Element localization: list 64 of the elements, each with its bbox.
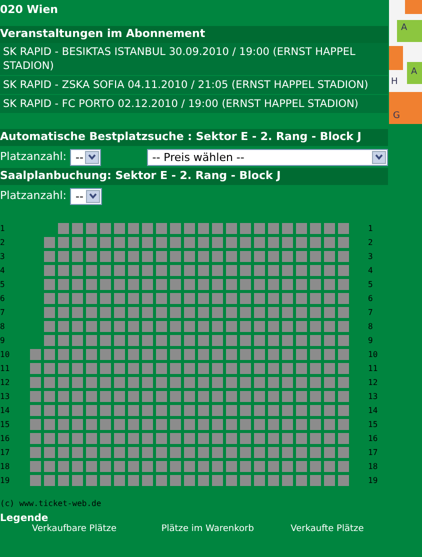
- seat-count-select[interactable]: --: [70, 188, 102, 204]
- row-number: 16: [368, 434, 378, 442]
- row-number: 18: [368, 462, 378, 470]
- row-number: 7: [0, 308, 6, 316]
- map-sector: [405, 0, 422, 14]
- address-text: 020 Wien: [0, 2, 59, 18]
- row-number: 15: [0, 420, 11, 428]
- copyright-text: (c) www.ticket-web.de: [0, 500, 102, 508]
- row-number: 18: [0, 462, 11, 470]
- seat-count-select[interactable]: --: [70, 148, 102, 166]
- section-header: Automatische Bestplatzsuche : Sektor E - 2. Rang - Block J: [0, 129, 388, 146]
- map-label: A: [401, 24, 408, 33]
- legend-title: Legende: [0, 514, 50, 524]
- row-number: 6: [368, 294, 373, 302]
- event-link[interactable]: SK RAPID - ZSKA SOFIA 04.11.2010 / 21:05 (ERNST HAPPEL STADION): [0, 76, 388, 95]
- row-number: 4: [368, 266, 373, 274]
- row-number: 11: [368, 364, 378, 372]
- map-sector: [389, 92, 422, 124]
- row-number: 9: [0, 336, 6, 344]
- legend-label: Verkaufte Plätze: [290, 525, 365, 534]
- event-link[interactable]: SK RAPID - BESIKTAS ISTANBUL 30.09.2010 / 19:00 (ERNST HAPPEL STADION): [0, 43, 388, 76]
- section-header: Saalplanbuchung: Sektor E - 2. Rang - Block J: [0, 168, 388, 185]
- row-number: 6: [0, 294, 6, 302]
- row-number: 10: [0, 350, 11, 358]
- row-number: 1: [0, 224, 6, 232]
- row-number: 9: [368, 336, 373, 344]
- row-number: 13: [0, 392, 11, 400]
- event-link[interactable]: SK RAPID - FC PORTO 02.12.2010 / 19:00 (ERNST HAPPEL STADION): [0, 95, 388, 114]
- row-number: 2: [368, 238, 373, 246]
- row-number: 14: [368, 406, 378, 414]
- row-number: 16: [0, 434, 11, 442]
- seat-count-label: Platzanzahl:: [0, 148, 66, 165]
- row-number: 14: [0, 406, 11, 414]
- row-number: 19: [0, 476, 11, 484]
- row-number: 3: [368, 252, 373, 260]
- row-number: 4: [0, 266, 6, 274]
- map-label: A: [411, 68, 418, 77]
- map-sector: [389, 46, 403, 70]
- row-number: 12: [368, 378, 378, 386]
- row-number: 8: [368, 322, 373, 330]
- row-number: 8: [0, 322, 6, 330]
- map-sector: [397, 20, 422, 42]
- row-number: 11: [0, 364, 11, 372]
- map-label: G: [393, 112, 400, 121]
- row-number: 17: [368, 448, 378, 456]
- section-header: Veranstaltungen im Abonnement: [0, 26, 388, 43]
- seat-count-label: Platzanzahl:: [0, 188, 66, 204]
- row-number: 15: [368, 420, 378, 428]
- row-number: 5: [368, 280, 373, 288]
- row-number: 10: [368, 350, 378, 358]
- row-number: 17: [0, 448, 11, 456]
- row-number: 13: [368, 392, 378, 400]
- legend-label: Verkaufbare Plätze: [31, 525, 118, 534]
- row-number: 7: [368, 308, 373, 316]
- row-number: 2: [0, 238, 6, 246]
- row-number: 3: [0, 252, 6, 260]
- map-sector: [407, 62, 422, 84]
- row-number: 12: [0, 378, 11, 386]
- price-select[interactable]: -- Preis wählen --: [147, 148, 388, 166]
- row-number: 1: [368, 224, 373, 232]
- map-label: H: [391, 78, 398, 87]
- legend-label: Plätze im Warenkorb: [160, 525, 255, 534]
- row-number: 19: [368, 476, 378, 484]
- row-number: 5: [0, 280, 6, 288]
